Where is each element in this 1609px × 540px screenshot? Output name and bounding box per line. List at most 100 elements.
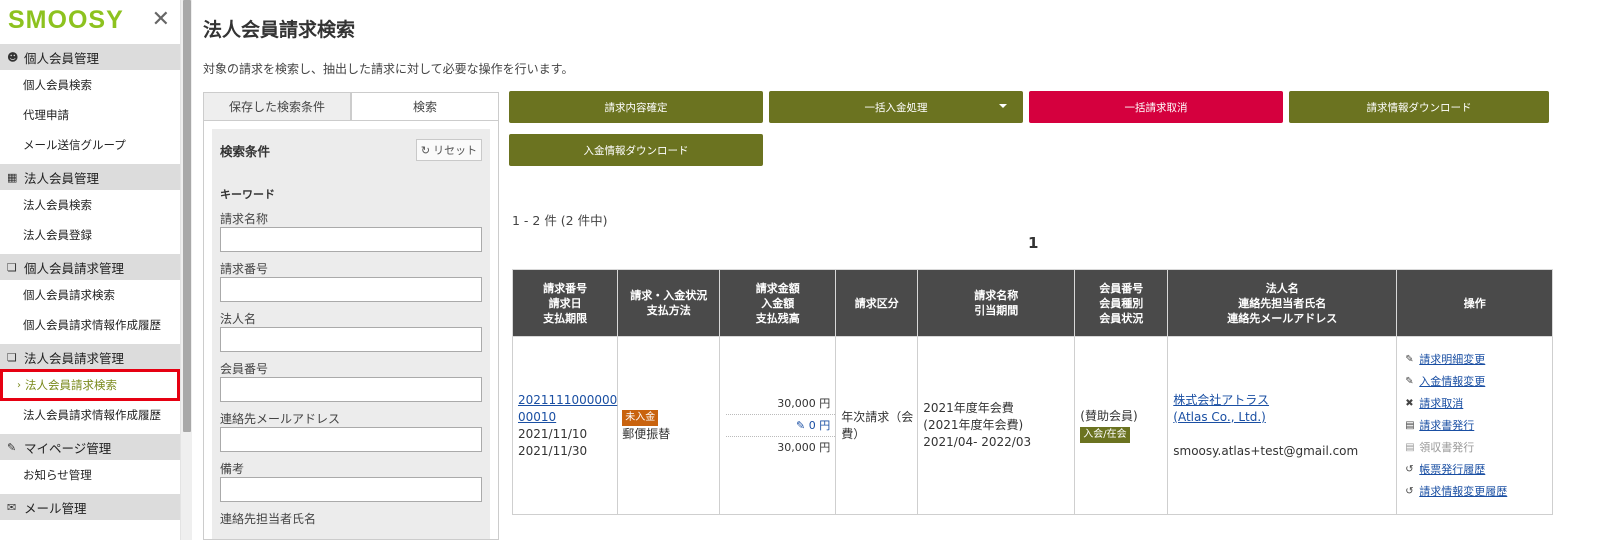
pen-icon: ✎ (7, 440, 17, 454)
balance-amount: 30,000 円 (777, 441, 831, 454)
op-issue-receipt: ▤ 領収書発行 (1405, 437, 1552, 459)
history-icon: ↺ (1405, 463, 1414, 475)
nav-group-label: 法人会員請求管理 (24, 350, 125, 366)
billing-number-input[interactable] (220, 277, 482, 302)
corporate-name-link[interactable]: 株式会社アトラス (Atlas Co., Ltd.) (1173, 393, 1269, 424)
table-row: 2021111000000 00010 2021/11/10 2021/11/30… (511, 336, 1554, 515)
sidebar-item-news[interactable]: お知らせ管理 (0, 460, 180, 490)
search-tabs: 保存した検索条件 検索 (203, 92, 499, 120)
member-type: (賛助会員) (1080, 409, 1138, 423)
table-header-row: 請求番号 請求日 支払期限 請求・入金状況 支払方法 請求金額 入金額 支払残高 請求区分… (511, 269, 1554, 337)
field-label: 法人名 (220, 312, 257, 326)
download-billing-button[interactable]: 請求情報ダウンロード (1289, 91, 1549, 123)
result-count: 1 - 2 件 (2 件中) (512, 213, 608, 228)
building-icon: ▦ (7, 170, 18, 184)
search-panel: 保存した検索条件 検索 検索条件 ↻ リセット キーワード 請求名称 請求番号 … (203, 92, 499, 540)
page-description: 対象の請求を検索し、抽出した請求に対して必要な操作を行います。 (203, 62, 574, 76)
contact-email: smoosy.atlas+test@gmail.com (1173, 443, 1359, 458)
tab-search[interactable]: 検索 (351, 92, 499, 120)
field-label: 請求番号 (220, 262, 269, 276)
sidebar-item-corporate-search[interactable]: 法人会員検索 (0, 190, 180, 220)
close-icon[interactable]: ✕ (152, 9, 170, 31)
sidebar-item-individual-billing-search[interactable]: 個人会員請求検索 (0, 280, 180, 310)
pencil-icon: ✎ (796, 419, 806, 432)
op-edit-bill-detail[interactable]: ✎ 請求明細変更 (1405, 349, 1552, 371)
pagination-page-1[interactable]: 1 (1028, 234, 1038, 252)
sidebar-scrollbar[interactable] (180, 0, 192, 540)
contact-email-input[interactable] (220, 427, 482, 452)
tab-saved-conditions[interactable]: 保存した検索条件 (203, 92, 351, 120)
copy-icon: ❏ (7, 260, 17, 274)
sidebar-item-corporate-billing-search[interactable]: › 法人会員請求検索 (0, 369, 180, 401)
corporate-name-input[interactable] (220, 327, 482, 352)
scrollbar-thumb[interactable] (183, 0, 191, 432)
search-conditions: 検索条件 ↻ リセット キーワード 請求名称 請求番号 法人名 会員番号 連絡先… (212, 129, 490, 539)
download-payment-button[interactable]: 入金情報ダウンロード (509, 134, 763, 166)
bill-number-link[interactable]: 2021111000000 00010 (518, 393, 617, 424)
sidebar-item-individual-billing-history[interactable]: 個人会員請求情報作成履歴 (0, 310, 180, 340)
op-cancel-bill[interactable]: ✖ 請求取消 (1405, 393, 1552, 415)
user-icon: ☻ (7, 50, 19, 64)
nav-group-mypage: ✎ マイページ管理 (0, 434, 180, 460)
sidebar: SMOOSY ✕ ☻ 個人会員管理 個人会員検索 代理申請 メール送信グループ … (0, 0, 180, 540)
due-date: 2021/11/30 (518, 443, 588, 458)
nav-group-label: 個人会員請求管理 (24, 260, 125, 276)
op-issue-invoice[interactable]: ▤ 請求書発行 (1405, 415, 1552, 437)
smoosy-logo[interactable]: SMOOSY (8, 6, 124, 35)
caret-down-icon (999, 104, 1007, 108)
col-header-operations: 操作 (1396, 269, 1554, 337)
col-header-member: 会員番号 会員種別 会員状況 (1074, 269, 1169, 337)
col-header-bill-name: 請求名称 引当期間 (917, 269, 1076, 337)
reset-button[interactable]: ↻ リセット (416, 139, 482, 161)
nav-group-label: 法人会員管理 (24, 170, 100, 186)
cell-bill-name: 2021年度年会費 (2021年度年会費) 2021/04- 2022/03 (917, 336, 1076, 515)
nav-group-label: 個人会員管理 (24, 50, 100, 66)
cell-category: 年次請求（会費） (835, 336, 919, 515)
paid-amount[interactable]: ✎ 0 円 (726, 415, 836, 437)
bill-date: 2021/11/10 (518, 426, 588, 441)
col-header-corporate: 法人名 連絡先担当者氏名 連絡先メールアドレス (1167, 269, 1398, 337)
x-icon: ✖ (1405, 397, 1414, 409)
op-form-history[interactable]: ↺ 帳票発行履歴 (1405, 459, 1552, 481)
document-icon: ▤ (1405, 441, 1415, 453)
field-label: 請求名称 (220, 212, 269, 226)
op-change-history[interactable]: ↺ 請求情報変更履歴 (1405, 481, 1552, 503)
cell-status: 未入金 郵便振替 (617, 336, 721, 515)
bill-name: 2021年度年会費 (923, 401, 1014, 415)
bulk-payment-label: 一括入金処理 (864, 101, 928, 114)
sidebar-item-individual-search[interactable]: 個人会員検索 (0, 70, 180, 100)
bulk-payment-button[interactable]: 一括入金処理 (769, 91, 1023, 123)
document-icon: ▤ (1405, 419, 1415, 431)
member-status-badge: 入会/在会 (1080, 427, 1130, 443)
confirm-billing-button[interactable]: 請求内容確定 (509, 91, 763, 123)
op-edit-payment[interactable]: ✎ 入金情報変更 (1405, 371, 1552, 393)
nav-group-corporate-billing: ❏ 法人会員請求管理 (0, 344, 180, 370)
nav-group-individual-billing: ❏ 個人会員請求管理 (0, 254, 180, 280)
billing-name-input[interactable] (220, 227, 482, 252)
nav-group-individual: ☻ 個人会員管理 (0, 44, 180, 70)
search-panel-body: 検索条件 ↻ リセット キーワード 請求名称 請求番号 法人名 会員番号 連絡先… (203, 120, 499, 540)
nav-group-label: メール管理 (24, 500, 87, 516)
col-header-category: 請求区分 (835, 269, 919, 337)
field-label: 連絡先メールアドレス (220, 412, 341, 426)
main-content: 法人会員請求検索 対象の請求を検索し、抽出した請求に対して必要な操作を行います。… (203, 0, 1603, 540)
copy-icon: ❏ (7, 350, 17, 364)
field-label: 連絡先担当者氏名 (220, 512, 317, 526)
bulk-cancel-button[interactable]: 一括請求取消 (1029, 91, 1283, 123)
keyword-label: キーワード (220, 188, 275, 201)
field-label: 会員番号 (220, 362, 269, 376)
col-header-amount: 請求金額 入金額 支払残高 (719, 269, 837, 337)
member-number-input[interactable] (220, 377, 482, 402)
col-header-status: 請求・入金状況 支払方法 (617, 269, 721, 337)
logo-bar: SMOOSY ✕ (0, 0, 180, 40)
sidebar-item-proxy-apply[interactable]: 代理申請 (0, 100, 180, 130)
note-input[interactable] (220, 477, 482, 502)
bill-name-sub: (2021年度年会費) (923, 418, 1024, 432)
cell-operations: ✎ 請求明細変更 ✎ 入金情報変更 ✖ 請求取消 ▤ 請求書発行 ▤ 領収書発行… (1396, 336, 1554, 515)
pencil-icon: ✎ (1405, 353, 1414, 365)
col-header-bill-no: 請求番号 請求日 支払期限 (511, 269, 619, 337)
sidebar-item-mail-group[interactable]: メール送信グループ (0, 130, 180, 160)
sidebar-item-corporate-register[interactable]: 法人会員登録 (0, 220, 180, 250)
sidebar-item-corporate-billing-history[interactable]: 法人会員請求情報作成履歴 (0, 400, 180, 430)
cell-member: (賛助会員) 入会/在会 (1074, 336, 1169, 515)
